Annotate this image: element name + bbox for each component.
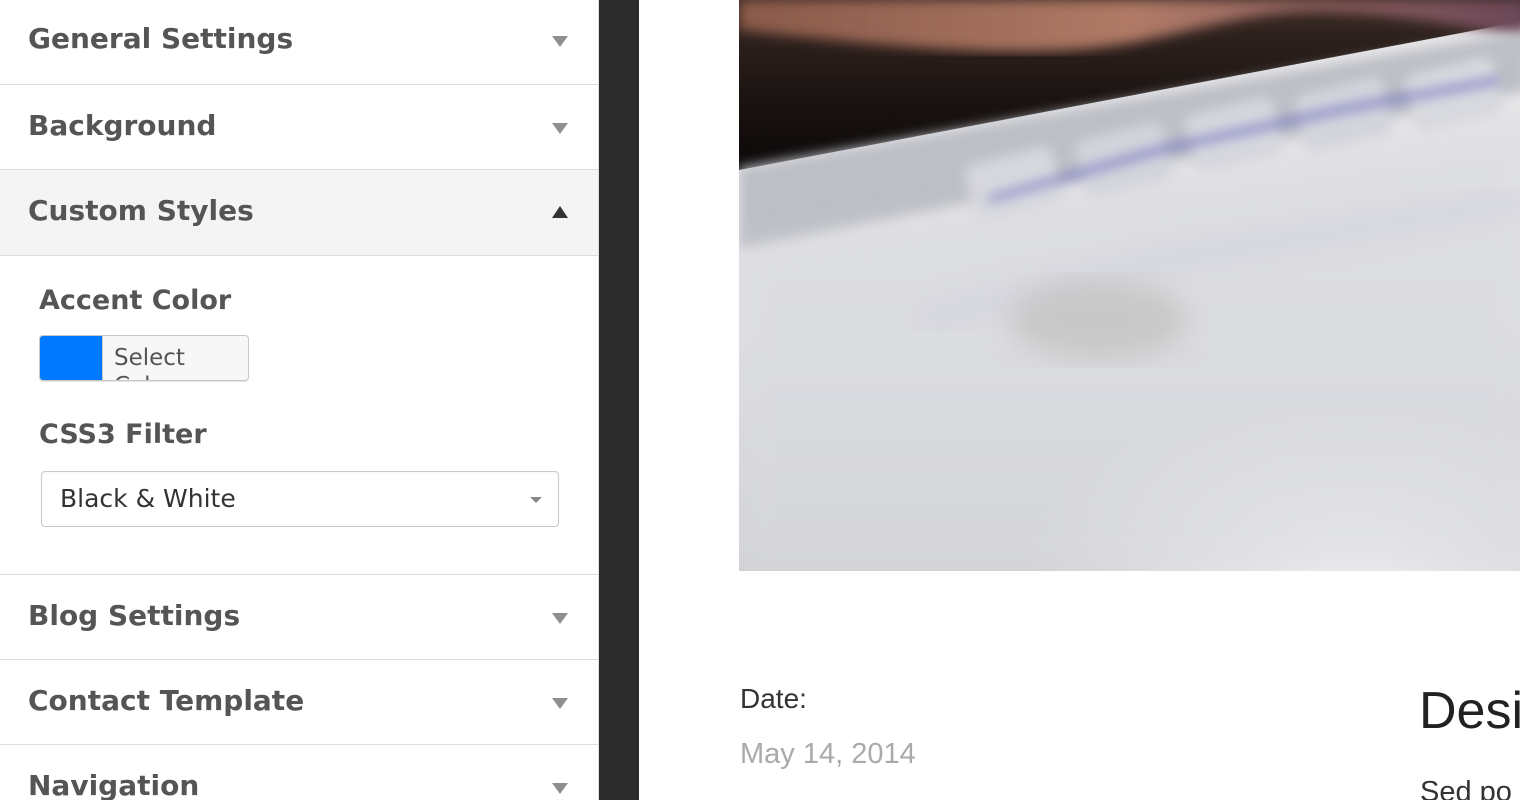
- section-title: Navigation: [28, 769, 200, 800]
- hero-image: [739, 0, 1520, 571]
- section-navigation[interactable]: Navigation: [0, 745, 598, 800]
- dropdown-arrow-icon: [530, 497, 542, 503]
- section-title: Custom Styles: [28, 194, 254, 227]
- caret-down-icon: [552, 36, 568, 47]
- customizer-sidebar: General Settings Background Custom Style…: [0, 0, 599, 800]
- section-general-settings[interactable]: General Settings: [0, 0, 598, 85]
- caret-down-icon: [552, 783, 568, 794]
- date-label: Date:: [740, 683, 807, 714]
- caret-down-icon: [552, 613, 568, 624]
- site-preview: Date: May 14, 2014 Desi Sed po: [639, 0, 1520, 800]
- panel-divider: [599, 0, 639, 800]
- select-color-label: Select Color: [114, 345, 185, 380]
- section-contact-template[interactable]: Contact Template: [0, 660, 598, 745]
- section-title: Blog Settings: [28, 599, 241, 632]
- accent-color-swatch: [40, 336, 103, 380]
- section-blog-settings[interactable]: Blog Settings: [0, 575, 598, 660]
- select-color-button[interactable]: Select Color: [39, 335, 249, 381]
- custom-styles-panel: Accent Color Select Color CSS3 Filter Bl…: [0, 256, 598, 575]
- css3-filter-label: CSS3 Filter: [39, 419, 207, 450]
- css3-filter-select[interactable]: Black & White: [41, 471, 559, 527]
- post-title[interactable]: Desi: [1419, 680, 1520, 742]
- keyboard-photo: [739, 0, 1520, 571]
- accent-color-label: Accent Color: [39, 285, 232, 316]
- section-background[interactable]: Background: [0, 85, 598, 170]
- caret-down-icon: [552, 123, 568, 134]
- section-custom-styles[interactable]: Custom Styles: [0, 170, 598, 256]
- filter-selected-value: Black & White: [60, 484, 236, 513]
- section-title: Contact Template: [28, 684, 305, 717]
- post-date: May 14, 2014: [740, 738, 916, 770]
- section-title: Background: [28, 109, 217, 142]
- caret-up-icon: [552, 206, 568, 218]
- post-excerpt: Sed po: [1420, 776, 1512, 800]
- caret-down-icon: [552, 698, 568, 709]
- section-title: General Settings: [28, 22, 294, 55]
